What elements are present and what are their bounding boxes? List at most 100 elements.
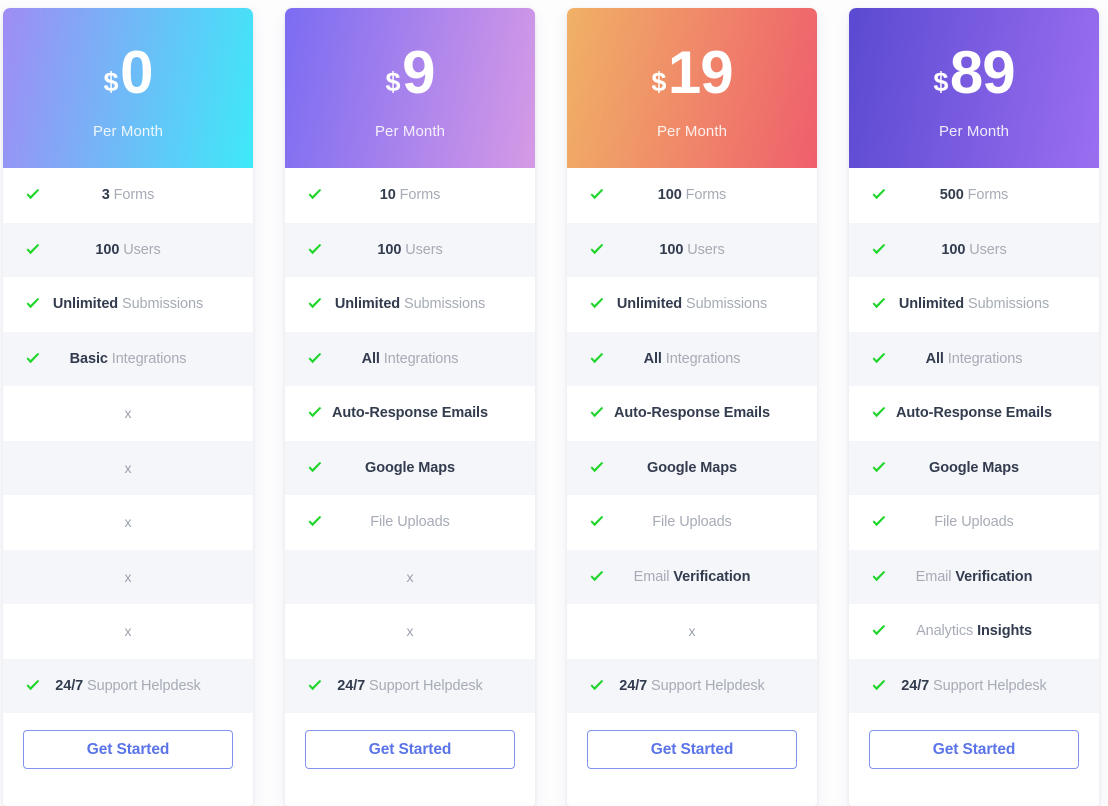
feature-text-strong: Verification — [673, 568, 751, 585]
plan-card-pro-plan: $19 Per Month 100 Forms 100 Users Unlimited … — [567, 8, 817, 806]
feature-text-strong: Unlimited — [52, 296, 119, 313]
check-icon — [589, 678, 605, 694]
feature-label: 3 Forms — [102, 187, 155, 203]
check-icon — [307, 460, 323, 476]
feature-label: 24/7 Support Helpdesk — [901, 678, 1047, 694]
feature-row: Auto-Response Emails — [849, 386, 1099, 441]
feature-label: Unlimited Submissions — [617, 296, 767, 312]
feature-list: 100 Forms 100 Users Unlimited Submissions A… — [567, 168, 817, 713]
check-icon — [589, 514, 605, 530]
feature-text-muted: Email — [633, 568, 670, 585]
get-started-button-pro-plan[interactable]: Get Started — [587, 730, 797, 769]
check-icon — [871, 351, 887, 367]
feature-row: 24/7 Support Helpdesk — [285, 658, 535, 713]
feature-text-muted: Support Helpdesk — [651, 677, 765, 694]
check-icon — [589, 569, 605, 585]
feature-label: Google Maps — [647, 460, 737, 476]
feature-row: x — [3, 604, 253, 659]
feature-row: x — [3, 440, 253, 495]
check-icon — [307, 678, 323, 694]
currency-symbol: $ — [933, 66, 948, 97]
get-started-button-starter-plan[interactable]: Get Started — [305, 730, 515, 769]
feature-row: File Uploads — [567, 495, 817, 550]
feature-label: File Uploads — [934, 514, 1014, 530]
feature-label: Unlimited Submissions — [335, 296, 485, 312]
feature-row: Basic Integrations — [3, 331, 253, 386]
feature-row: Analytics Insights — [849, 604, 1099, 659]
check-icon — [871, 405, 887, 421]
feature-text-muted: Forms — [113, 187, 155, 204]
price-amount: 89 — [949, 38, 1016, 106]
feature-row: Unlimited Submissions — [285, 277, 535, 332]
feature-text-strong: 100 — [941, 241, 966, 258]
feature-row: 100 Forms — [567, 168, 817, 223]
feature-text-strong: 10 — [379, 187, 396, 204]
check-icon — [871, 242, 887, 258]
plan-card-business-plan: $89 Per Month 500 Forms 100 Users Unlimited … — [849, 8, 1099, 806]
feature-label: 100 Users — [95, 242, 160, 258]
feature-row: All Integrations — [849, 331, 1099, 386]
feature-label: Auto-Response Emails — [896, 405, 1052, 421]
feature-text-strong: Google Maps — [365, 459, 455, 476]
feature-text-muted: Users — [405, 241, 443, 258]
feature-row: x — [285, 604, 535, 659]
billing-period-label: Per Month — [656, 122, 728, 140]
currency-symbol: $ — [103, 66, 119, 97]
check-icon — [871, 187, 887, 203]
plan-header-business-plan: $89 Per Month — [849, 8, 1099, 168]
feature-label: Unlimited Submissions — [899, 296, 1049, 312]
feature-row: x — [3, 386, 253, 441]
check-icon — [307, 351, 323, 367]
feature-text-strong: All — [361, 350, 380, 367]
feature-row: 24/7 Support Helpdesk — [849, 658, 1099, 713]
get-started-button-business-plan[interactable]: Get Started — [869, 730, 1079, 769]
currency-symbol: $ — [651, 66, 666, 97]
feature-text-muted: Users — [123, 241, 161, 258]
feature-row: x — [3, 495, 253, 550]
feature-row: x — [285, 549, 535, 604]
feature-label: Auto-Response Emails — [332, 405, 488, 421]
price-line: $19 — [651, 42, 733, 103]
feature-text-muted: Users — [969, 241, 1007, 258]
check-icon — [589, 187, 605, 203]
plan-card-free-plan: $0 Per Month 3 Forms 100 Users Unlimited Sub… — [3, 8, 253, 806]
check-icon — [871, 569, 887, 585]
billing-period-label: Per Month — [938, 122, 1010, 140]
feature-text-strong: 24/7 — [337, 677, 366, 694]
feature-label: Email Verification — [916, 569, 1033, 585]
currency-symbol: $ — [385, 66, 401, 97]
cta-area: Get Started — [285, 713, 535, 806]
get-started-button-free-plan[interactable]: Get Started — [23, 730, 233, 769]
feature-label: Auto-Response Emails — [614, 405, 770, 421]
feature-row: 24/7 Support Helpdesk — [3, 658, 253, 713]
feature-text-muted: Integrations — [665, 350, 741, 367]
feature-label: Google Maps — [929, 460, 1019, 476]
check-icon — [307, 242, 323, 258]
check-icon — [25, 242, 41, 258]
check-icon — [871, 296, 887, 312]
feature-text-muted: File Uploads — [652, 514, 732, 531]
feature-label: File Uploads — [370, 514, 450, 530]
feature-label: Google Maps — [365, 460, 455, 476]
feature-text-muted: Forms — [685, 187, 727, 204]
feature-text-muted: Integrations — [947, 350, 1023, 367]
feature-row: File Uploads — [285, 495, 535, 550]
feature-text-strong: All — [925, 350, 944, 367]
feature-text-muted: Forms — [399, 187, 441, 204]
feature-text-strong: Insights — [977, 623, 1032, 640]
x-icon: x — [406, 623, 414, 640]
feature-row: 100 Users — [3, 222, 253, 277]
price-line: $9 — [385, 42, 436, 103]
pricing-table: $0 Per Month 3 Forms 100 Users Unlimited Sub… — [0, 0, 1108, 806]
billing-period-label: Per Month — [374, 122, 446, 140]
feature-row: Email Verification — [567, 549, 817, 604]
feature-label: Unlimited Submissions — [53, 296, 203, 312]
feature-text-muted: Submissions — [404, 296, 486, 313]
feature-text-strong: Google Maps — [647, 459, 737, 476]
check-icon — [871, 623, 887, 639]
feature-text-strong: 100 — [657, 187, 682, 204]
x-icon: x — [124, 459, 132, 476]
feature-text-muted: Integrations — [111, 350, 187, 367]
price-line: $89 — [933, 38, 1016, 106]
check-icon — [307, 296, 323, 312]
